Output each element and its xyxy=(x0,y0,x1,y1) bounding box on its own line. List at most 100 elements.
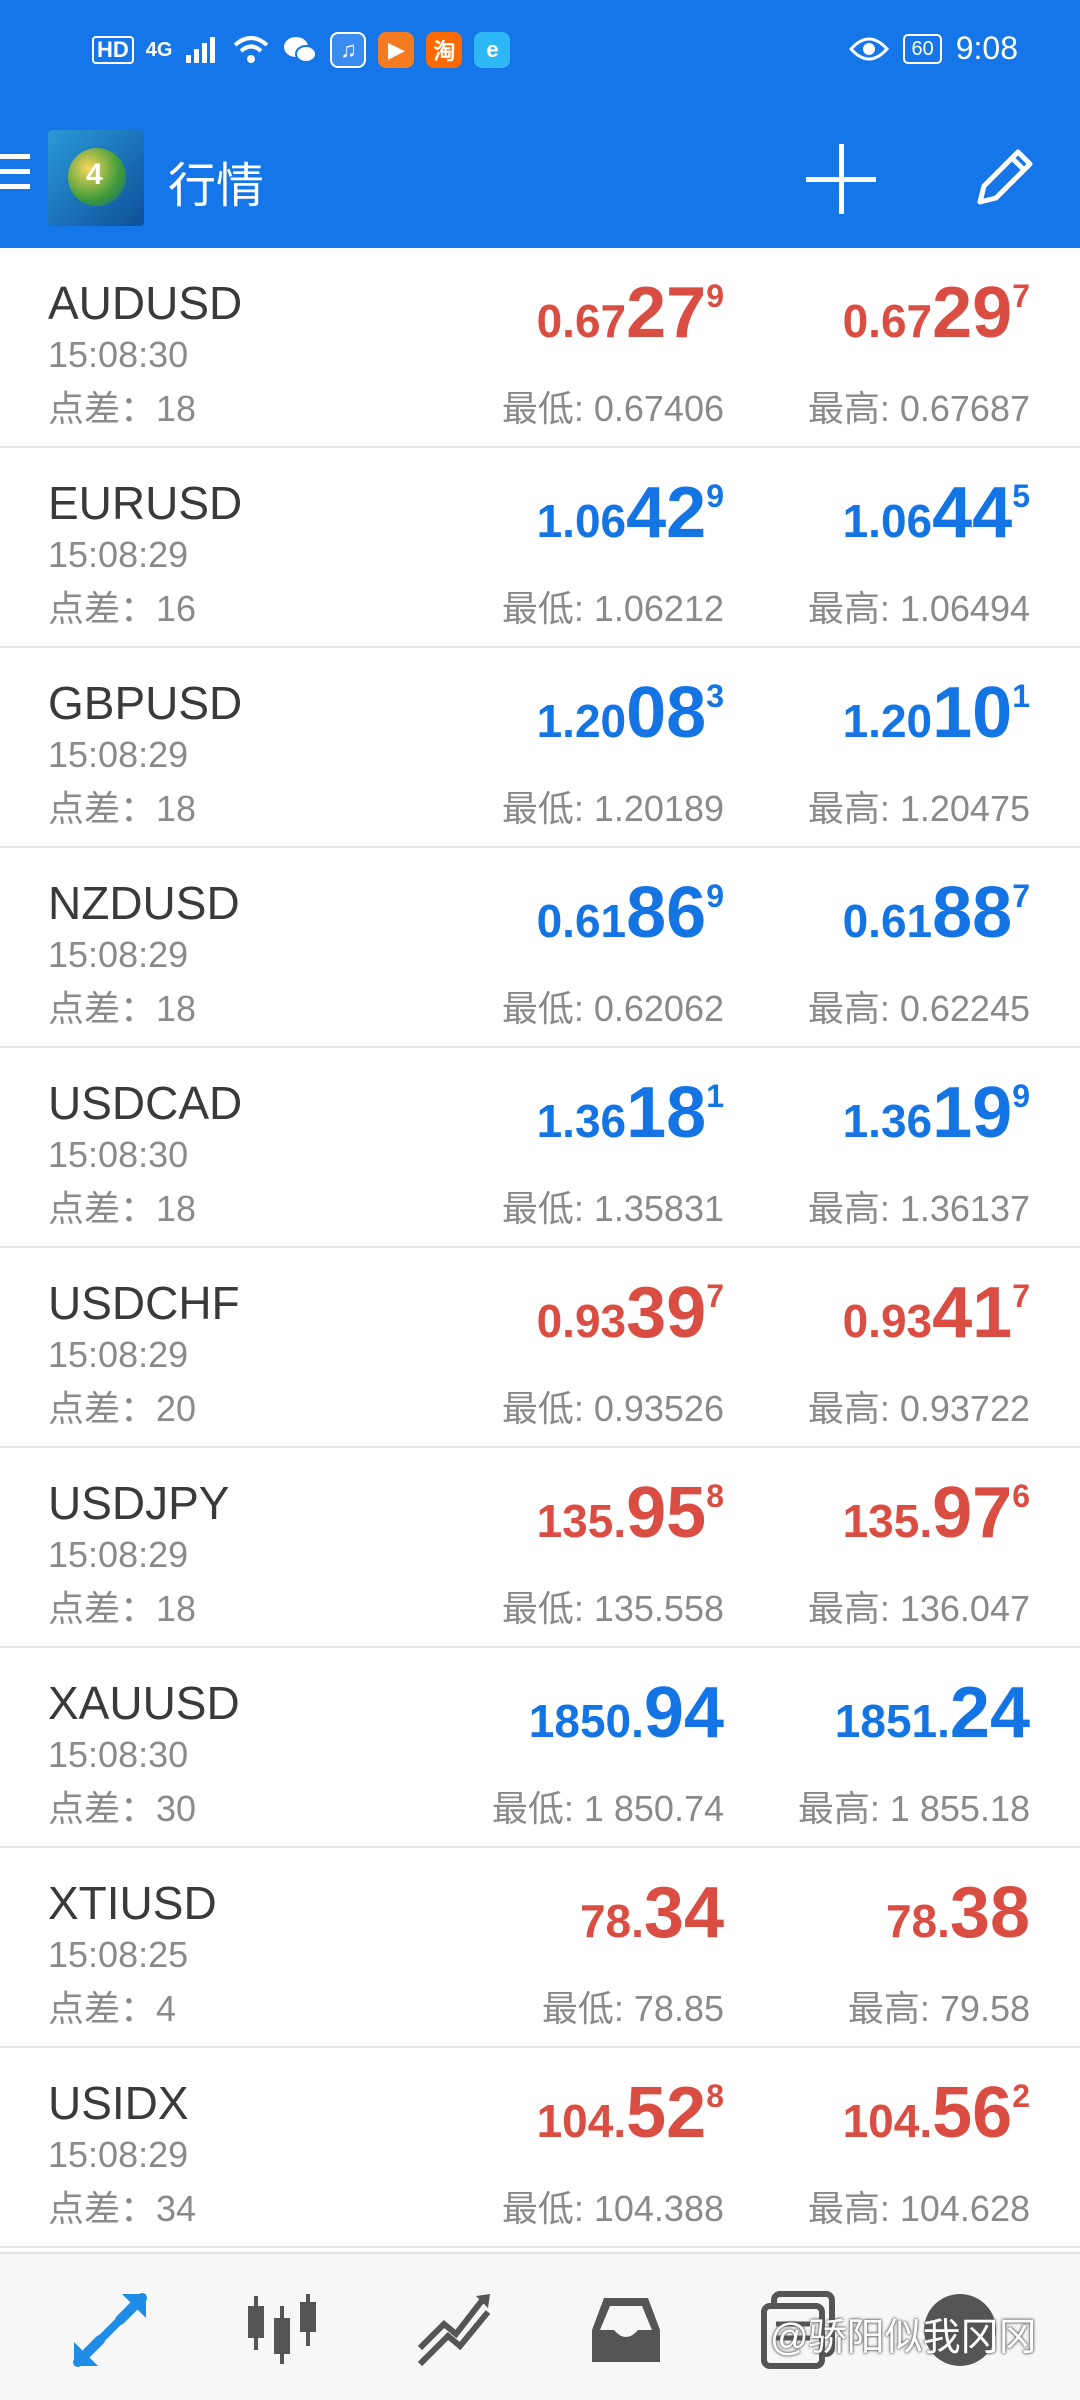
chart-icon[interactable] xyxy=(242,2290,322,2370)
daily-high: 最高: 1.06494 xyxy=(807,588,1030,629)
symbol-name: XTIUSD xyxy=(48,1877,217,1929)
quote-row[interactable]: USDCHF 15:08:29 点差：20 0.93397 0.93417 最低… xyxy=(0,1248,1080,1448)
video-app-icon: ▶ xyxy=(378,32,415,68)
bid-price[interactable]: 1.36181 xyxy=(537,1072,724,1153)
eye-icon xyxy=(849,37,890,60)
spread-value: 18 xyxy=(156,988,197,1029)
spread: 点差：18 xyxy=(48,780,196,832)
spread-value: 18 xyxy=(156,788,197,829)
spread: 点差：20 xyxy=(48,1380,196,1432)
daily-high: 最高: 79.58 xyxy=(847,1988,1030,2029)
quote-time: 15:08:29 xyxy=(48,734,189,775)
add-symbol-button[interactable] xyxy=(806,144,876,214)
quote-row[interactable]: AUDUSD 15:08:30 点差：18 0.67279 0.67297 最低… xyxy=(0,248,1080,448)
spread: 点差：18 xyxy=(48,980,196,1032)
ask-price[interactable]: 0.67297 xyxy=(843,272,1030,353)
spread-label: 点差： xyxy=(48,588,157,629)
quote-time: 15:08:30 xyxy=(48,1734,189,1775)
symbol-name: GBPUSD xyxy=(48,677,243,729)
inbox-icon[interactable] xyxy=(586,2290,666,2370)
browser-app-icon: e xyxy=(474,32,511,68)
daily-high: 最高: 104.628 xyxy=(807,2188,1030,2229)
app-header: HD 4G ♫ ▶ 淘 e 60 9:08 4 行情 xyxy=(0,0,1080,248)
ask-price[interactable]: 0.61887 xyxy=(843,872,1030,953)
bid-price[interactable]: 0.67279 xyxy=(537,272,724,353)
daily-high: 最高: 136.047 xyxy=(807,1588,1030,1629)
spread-value: 16 xyxy=(156,588,197,629)
status-bar-right: 60 9:08 xyxy=(849,30,1018,67)
bid-price[interactable]: 78.34 xyxy=(580,1872,724,1953)
quote-row[interactable]: EURUSD 15:08:29 点差：16 1.06429 1.06445 最低… xyxy=(0,448,1080,648)
spread-label: 点差： xyxy=(48,988,157,1029)
menu-icon[interactable] xyxy=(0,154,30,200)
quote-time: 15:08:25 xyxy=(48,1934,189,1975)
quote-row[interactable]: USDJPY 15:08:29 点差：18 135.958 135.976 最低… xyxy=(0,1448,1080,1648)
ask-price[interactable]: 0.93417 xyxy=(843,1272,1030,1353)
wechat-icon xyxy=(284,37,318,63)
spread: 点差：18 xyxy=(48,380,196,432)
daily-low: 最低: 1 850.74 xyxy=(491,1788,724,1829)
symbol-name: AUDUSD xyxy=(48,277,243,329)
spread: 点差：16 xyxy=(48,580,196,632)
signal-icon xyxy=(186,37,216,63)
ask-price[interactable]: 78.38 xyxy=(886,1872,1030,1953)
spread-label: 点差： xyxy=(48,1988,157,2029)
spread: 点差：34 xyxy=(48,2180,196,2232)
quote-row[interactable]: XAUUSD 15:08:30 点差：30 1850.94 1851.24 最低… xyxy=(0,1648,1080,1848)
spread-value: 30 xyxy=(156,1788,197,1829)
daily-low: 最低: 0.62062 xyxy=(501,988,724,1029)
spread-label: 点差： xyxy=(48,788,157,829)
hd-badge: HD xyxy=(92,36,134,64)
spread-label: 点差： xyxy=(48,1788,157,1829)
logo-number: 4 xyxy=(86,158,103,191)
page-title: 行情 xyxy=(168,160,265,213)
quote-row[interactable]: GBPUSD 15:08:29 点差：18 1.20083 1.20101 最低… xyxy=(0,648,1080,848)
top-app-bar: 4 行情 xyxy=(0,128,1080,228)
daily-low: 最低: 1.35831 xyxy=(501,1188,724,1229)
ask-price[interactable]: 135.976 xyxy=(843,1472,1030,1553)
spread: 点差：18 xyxy=(48,1180,196,1232)
quote-row[interactable]: XTIUSD 15:08:25 点差：4 78.34 78.38 最低: 78.… xyxy=(0,1848,1080,2048)
ask-price[interactable]: 1851.24 xyxy=(835,1672,1030,1753)
ask-price[interactable]: 1.06445 xyxy=(843,472,1030,553)
bid-price[interactable]: 104.528 xyxy=(537,2072,724,2153)
daily-low: 最低: 78.85 xyxy=(541,1988,724,2029)
daily-low: 最低: 0.93526 xyxy=(501,1388,724,1429)
spread: 点差：18 xyxy=(48,1580,196,1632)
quote-time: 15:08:29 xyxy=(48,1534,189,1575)
bid-price[interactable]: 135.958 xyxy=(537,1472,724,1553)
trade-icon[interactable] xyxy=(414,2290,494,2370)
symbol-name: NZDUSD xyxy=(48,877,240,929)
quote-time: 15:08:30 xyxy=(48,1134,189,1175)
status-bar-left: HD 4G ♫ ▶ 淘 e xyxy=(92,32,511,68)
clock: 9:08 xyxy=(955,30,1018,66)
spread-label: 点差： xyxy=(48,2188,157,2229)
daily-high: 最高: 1 855.18 xyxy=(797,1788,1030,1829)
quote-row[interactable]: NZDUSD 15:08:29 点差：18 0.61869 0.61887 最低… xyxy=(0,848,1080,1048)
symbol-name: USDCAD xyxy=(48,1077,243,1129)
spread-label: 点差： xyxy=(48,388,157,429)
daily-low: 最低: 0.67406 xyxy=(501,388,724,429)
quote-row[interactable]: USIDX 15:08:29 点差：34 104.528 104.562 最低:… xyxy=(0,2048,1080,2248)
bid-price[interactable]: 1.20083 xyxy=(537,672,724,753)
daily-low: 最低: 135.558 xyxy=(501,1588,724,1629)
battery-indicator: 60 xyxy=(903,33,942,64)
spread-label: 点差： xyxy=(48,1188,157,1229)
bid-price[interactable]: 1.06429 xyxy=(537,472,724,553)
quote-row[interactable]: USDCAD 15:08:30 点差：18 1.36181 1.36199 最低… xyxy=(0,1048,1080,1248)
bid-price[interactable]: 0.61869 xyxy=(537,872,724,953)
daily-high: 最高: 0.67687 xyxy=(807,388,1030,429)
ask-price[interactable]: 1.20101 xyxy=(843,672,1030,753)
quotes-icon[interactable] xyxy=(70,2290,150,2370)
ask-price[interactable]: 104.562 xyxy=(843,2072,1030,2153)
bid-price[interactable]: 1850.94 xyxy=(529,1672,724,1753)
spread-label: 点差： xyxy=(48,1588,157,1629)
bid-price[interactable]: 0.93397 xyxy=(537,1272,724,1353)
edit-icon[interactable] xyxy=(968,142,1040,214)
status-bar: HD 4G ♫ ▶ 淘 e 60 9:08 xyxy=(0,22,1080,82)
ask-price[interactable]: 1.36199 xyxy=(843,1072,1030,1153)
spread: 点差：4 xyxy=(48,1980,176,2032)
daily-low: 最低: 104.388 xyxy=(501,2188,724,2229)
spread-value: 34 xyxy=(156,2188,197,2229)
spread-value: 18 xyxy=(156,1588,197,1629)
